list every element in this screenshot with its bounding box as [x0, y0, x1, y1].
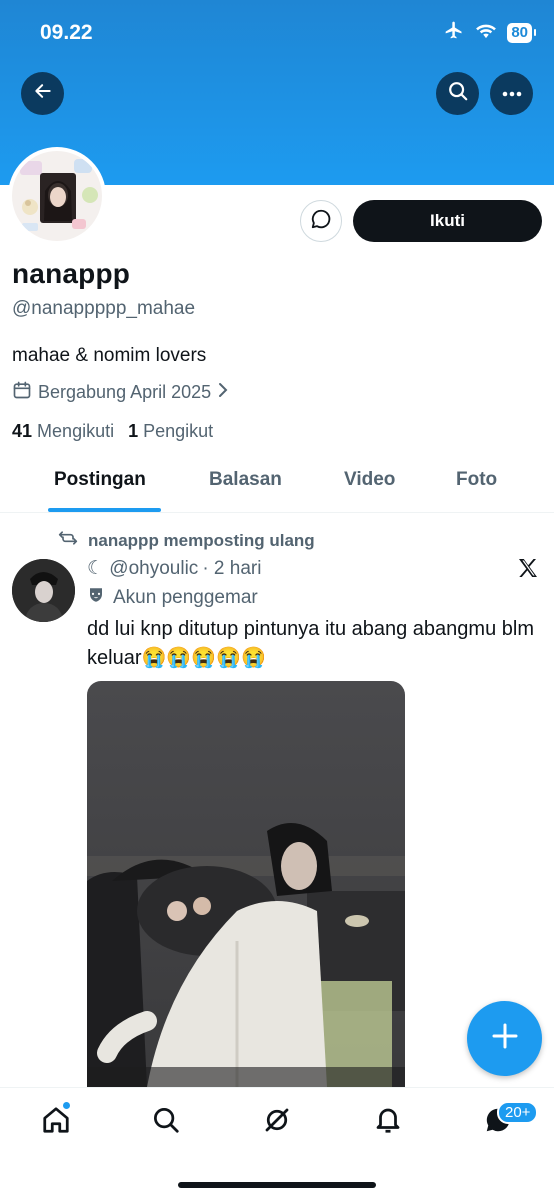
search-icon [447, 80, 469, 107]
airplane-icon [443, 20, 465, 45]
calendar-icon [12, 380, 32, 405]
plus-icon [491, 1022, 519, 1055]
search-button[interactable] [436, 72, 479, 115]
repost-context: nanappp memposting ulang [58, 529, 315, 552]
nav-notifications[interactable] [371, 1105, 405, 1139]
message-icon [310, 208, 332, 235]
post-author-handle[interactable]: ☾ @ohyoulic [87, 557, 198, 580]
battery-indicator: 80 [507, 22, 536, 43]
tab-video[interactable]: Video [344, 469, 395, 491]
more-button[interactable] [490, 72, 533, 115]
follow-button[interactable]: Ikuti [353, 200, 542, 242]
tab-balasan[interactable]: Balasan [209, 469, 282, 491]
joined-date[interactable]: Bergabung April 2025 [12, 380, 229, 405]
wifi-icon [475, 21, 497, 44]
joined-text: Bergabung April 2025 [38, 382, 212, 402]
profile-tabs: Postingan Balasan Video Foto [0, 458, 554, 513]
message-button[interactable] [300, 200, 342, 242]
chevron-right-icon [217, 382, 229, 403]
nav-explore[interactable] [149, 1105, 183, 1139]
tab-foto[interactable]: Foto [456, 469, 497, 491]
messages-badge: 20+ [497, 1101, 539, 1124]
followers-count: 1 [128, 421, 139, 441]
followers-label: Pengikut [143, 421, 214, 441]
home-icon [41, 1105, 71, 1140]
back-arrow-icon [33, 81, 53, 106]
active-tab-indicator [48, 508, 161, 512]
status-icons: 80 [443, 20, 536, 45]
grok-icon [262, 1105, 292, 1140]
display-name: nanappp [12, 258, 131, 289]
x-logo-icon [516, 556, 540, 585]
more-icon [501, 85, 523, 103]
following-count: 41 [12, 421, 33, 441]
avatar-image [12, 151, 102, 241]
mask-icon [87, 586, 105, 610]
followers-link[interactable]: 1 Pengikut [128, 421, 213, 442]
back-button[interactable] [21, 72, 64, 115]
nav-grok[interactable] [260, 1105, 294, 1139]
nav-home[interactable] [39, 1105, 73, 1139]
follow-stats: 41 Mengikuti 1 Pengikut [12, 421, 213, 442]
home-indicator[interactable] [178, 1182, 376, 1188]
profile-avatar[interactable] [8, 147, 106, 245]
post-text: dd lui knp ditutup pintunya itu abang ab… [87, 618, 534, 669]
post-header: ☾ @ohyoulic · 2 hari [87, 557, 261, 580]
bell-icon [373, 1105, 403, 1140]
following-label: Mengikuti [37, 421, 115, 441]
repost-label: nanappp memposting ulang [88, 530, 315, 550]
bio: mahae & nomim lovers [12, 345, 207, 366]
post-author-avatar[interactable] [12, 559, 75, 622]
repost-icon [58, 529, 78, 552]
tab-postingan[interactable]: Postingan [54, 469, 146, 491]
home-unread-dot [63, 1102, 70, 1109]
user-handle: @nanappppp_mahae [12, 298, 196, 319]
following-link[interactable]: 41 Mengikuti [12, 421, 114, 442]
status-time: 09.22 [40, 21, 93, 44]
explore-icon [151, 1105, 181, 1140]
post-media-video[interactable] [87, 681, 405, 1087]
fan-account-label: Akun penggemar [87, 586, 258, 610]
compose-button[interactable] [467, 1001, 542, 1076]
fan-label-text: Akun penggemar [113, 587, 258, 608]
post-time: · 2 hari [202, 557, 262, 579]
